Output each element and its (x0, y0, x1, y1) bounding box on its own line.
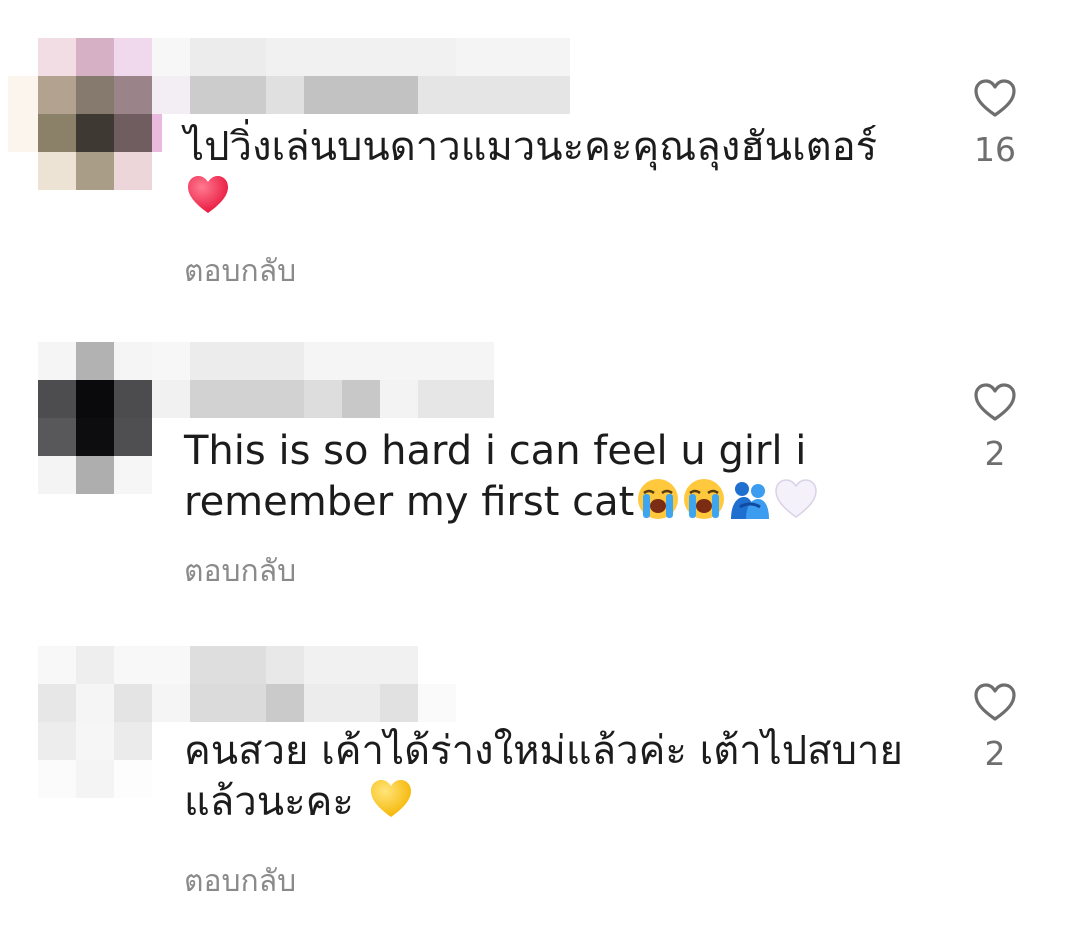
heart-outline-icon[interactable] (973, 382, 1017, 422)
reply-button[interactable]: ตอบกลับ (184, 858, 296, 905)
like-section: 2 (960, 682, 1030, 773)
comment-text: This is so hard i can feel u girl i reme… (184, 426, 904, 528)
avatar[interactable] (38, 342, 152, 494)
reply-button[interactable]: ตอบกลับ (184, 248, 296, 295)
username[interactable] (152, 342, 494, 418)
avatar[interactable] (38, 646, 152, 798)
heart-outline-icon[interactable] (973, 78, 1017, 118)
heart-outline-icon[interactable] (973, 682, 1017, 722)
comment-text: คนสวย เค้าได้ร่างใหม่แล้วค่ะ เต้าไปสบายแ… (184, 728, 903, 825)
like-section: 16 (960, 78, 1030, 169)
comment-text: ไปวิ่งเล่นบนดาวแมวนะคะคุณลุงฮันเตอร์ (184, 122, 924, 224)
people-hugging-icon (731, 482, 770, 519)
white-heart-icon (775, 479, 818, 518)
reply-button[interactable]: ตอบกลับ (184, 548, 296, 595)
red-heart-icon (188, 176, 228, 213)
like-section: 2 (960, 382, 1030, 473)
yellow-heart-icon (370, 780, 411, 817)
loudly-crying-face-icon (684, 479, 725, 519)
like-count: 2 (984, 734, 1006, 773)
username[interactable] (152, 38, 570, 114)
username[interactable] (152, 646, 456, 722)
loudly-crying-face-icon (638, 479, 679, 519)
like-count: 16 (974, 130, 1016, 169)
avatar[interactable] (38, 38, 152, 190)
like-count: 2 (984, 434, 1006, 473)
